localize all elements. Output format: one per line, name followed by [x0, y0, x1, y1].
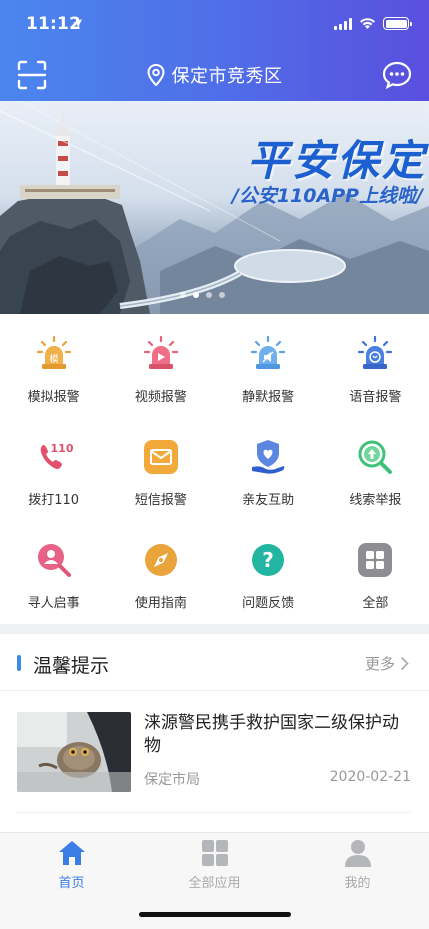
tab-profile[interactable]: 我的 [286, 839, 429, 891]
mock-alarm-icon: 模 [34, 334, 74, 374]
missing-person-icon [34, 540, 74, 580]
grid-label: 线索举报 [349, 493, 402, 508]
svg-text:110: 110 [50, 442, 73, 455]
divider [0, 690, 429, 691]
chevron-right-icon [400, 656, 409, 671]
news-thumbnail [17, 712, 131, 792]
carousel-dot[interactable] [180, 292, 186, 298]
grid-label: 全部 [362, 596, 389, 611]
home-indicator[interactable] [139, 912, 291, 917]
grid-label: 使用指南 [134, 596, 187, 611]
tab-label: 全部应用 [188, 876, 241, 891]
app-header: 11:12 保定市竞秀区 [0, 0, 429, 101]
location-selector[interactable]: 保定市竞秀区 [0, 62, 429, 88]
carousel-dots [180, 292, 225, 298]
banner-subtitle: /公安110APP上线啦/ [231, 185, 423, 207]
grid-label: 亲友互助 [242, 493, 295, 508]
news-date: 2020-02-21 [329, 769, 411, 785]
friend-help-icon [248, 437, 288, 477]
grid-item-dial-110[interactable]: 110 拨打110 [0, 417, 107, 520]
all-apps-tab-icon [200, 839, 230, 867]
nav-bar: 保定市竞秀区 [0, 50, 429, 101]
banner-title: 平安保定 [246, 136, 427, 185]
video-alarm-icon [141, 334, 181, 374]
status-bar: 11:12 [0, 0, 429, 50]
news-source: 保定市局 [144, 772, 200, 788]
grid-item-clue-report[interactable]: 线索举报 [322, 417, 429, 520]
grid-item-feedback[interactable]: ? 问题反馈 [215, 520, 322, 623]
location-text: 保定市竞秀区 [171, 66, 283, 87]
grid-label: 短信报警 [134, 493, 187, 508]
grid-label: 拨打110 [28, 493, 80, 508]
location-pin-icon [146, 64, 165, 86]
tab-home[interactable]: 首页 [0, 839, 143, 891]
message-icon[interactable] [382, 61, 412, 89]
grid-item-friend-help[interactable]: 亲友互助 [215, 417, 322, 520]
profile-icon [343, 839, 373, 867]
function-grid: 模 模拟报警 视频报警 静默报警 语音报警 110 拨打110 短信报警 亲友互… [0, 314, 429, 624]
notice-section-header: 温馨提示 更多 [0, 634, 429, 691]
voice-alarm-icon [355, 334, 395, 374]
grid-label: 模拟报警 [27, 390, 80, 405]
grid-label: 语音报警 [349, 390, 402, 405]
carousel-dot[interactable] [219, 292, 225, 298]
status-indicators [334, 17, 412, 30]
news-item[interactable]: 涞源警民携手救护国家二级保护动物 保定市局 2020-02-21 [17, 712, 411, 792]
location-arrow-icon [73, 19, 82, 28]
grid-item-mock-alarm[interactable]: 模 模拟报警 [0, 314, 107, 417]
grid-item-missing-person[interactable]: 寻人启事 [0, 520, 107, 623]
grid-label: 问题反馈 [242, 596, 295, 611]
grid-item-voice-alarm[interactable]: 语音报警 [322, 314, 429, 417]
promo-banner[interactable]: 平安保定 /公安110APP上线啦/ [0, 101, 429, 314]
more-label: 更多 [364, 655, 395, 673]
tab-label: 首页 [58, 876, 85, 891]
tab-all-apps[interactable]: 全部应用 [143, 839, 286, 891]
cellular-signal-icon [334, 17, 352, 30]
grid-label: 寻人启事 [27, 596, 80, 611]
grid-label: 静默报警 [242, 390, 295, 405]
section-separator [0, 624, 429, 634]
wifi-icon [360, 18, 375, 29]
feedback-question-icon: ? [248, 540, 288, 580]
grid-item-silent-alarm[interactable]: 静默报警 [215, 314, 322, 417]
section-accent-bar [17, 655, 21, 671]
divider [17, 812, 411, 813]
carousel-dot-active[interactable] [193, 292, 199, 298]
silent-alarm-icon [248, 334, 288, 374]
more-link[interactable]: 更多 [365, 653, 409, 674]
svg-text:模: 模 [49, 354, 58, 365]
sms-alarm-icon [141, 437, 181, 477]
notice-title: 温馨提示 [33, 655, 110, 677]
grid-label: 视频报警 [134, 390, 187, 405]
grid-item-sms-alarm[interactable]: 短信报警 [107, 417, 214, 520]
battery-icon [383, 17, 412, 30]
carousel-dot[interactable] [206, 292, 212, 298]
tab-label: 我的 [344, 876, 371, 891]
grid-item-video-alarm[interactable]: 视频报警 [107, 314, 214, 417]
home-icon [57, 839, 87, 867]
grid-item-all[interactable]: 全部 [322, 520, 429, 623]
guide-compass-icon [141, 540, 181, 580]
dial-110-icon: 110 [34, 437, 74, 477]
clue-report-icon [355, 437, 395, 477]
grid-item-guide[interactable]: 使用指南 [107, 520, 214, 623]
svg-text:?: ? [262, 548, 274, 572]
news-title: 涞源警民携手救护国家二级保护动物 [144, 713, 399, 756]
all-apps-icon [355, 540, 395, 580]
